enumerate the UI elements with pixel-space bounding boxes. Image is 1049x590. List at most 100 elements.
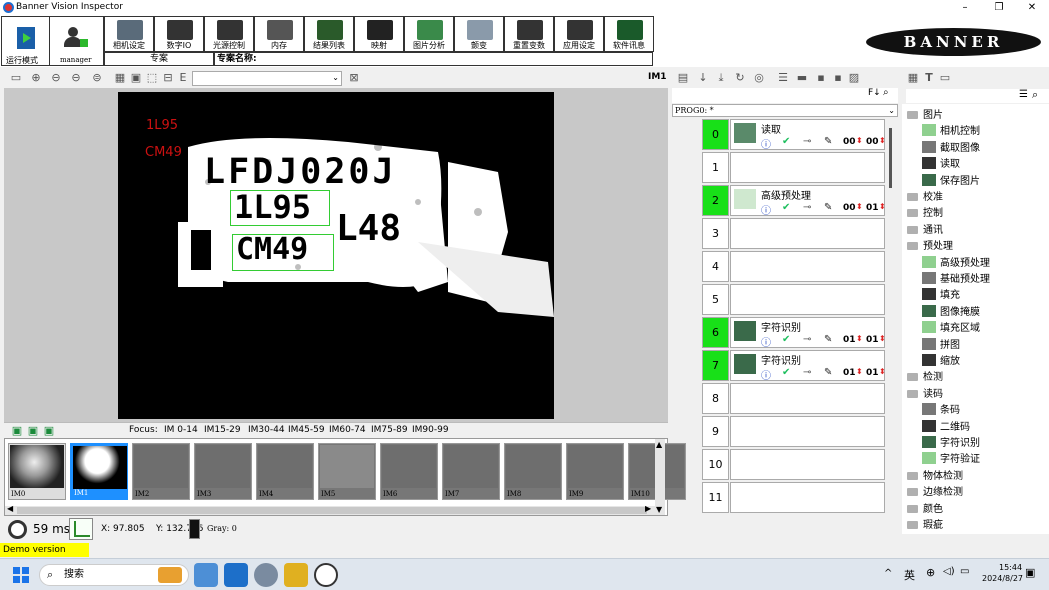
focus-range[interactable]: IM75-89 [371,425,408,435]
tray-chevron-icon[interactable]: ^ [884,568,892,579]
toolbar-button-9[interactable]: 应用设定 [554,16,604,52]
settings-icon[interactable]: ◎ [752,71,766,85]
minimize-button[interactable]: – [948,0,982,16]
thumbnail[interactable]: IM2 [132,443,190,500]
toolbar-button-6[interactable]: 图片分析 [404,16,454,52]
tree-item[interactable]: 填充 [922,286,960,301]
scroll-up-icon[interactable]: ▲ [656,440,662,449]
input-language[interactable]: 英 [904,567,915,583]
program-steps[interactable]: 0 读取 ⓘ ✔ ⊸ ✎ 00 ⬍ 00 ⬍ 1 2 高级预处理 ⓘ ✔ ⊸ ✎ 00 ⬍ 01 ⬍ 3 4 5 6 字符识别 ⓘ ✔… [672,118,892,538]
pass-check-icon[interactable]: ✔ [782,367,790,378]
tree-item[interactable]: 字符识别 [922,434,980,449]
pass-check-icon[interactable]: ✔ [782,334,790,345]
edit-pencil-icon[interactable]: ✎ [824,136,832,147]
thumbnail[interactable]: IM5 [318,443,376,500]
network-icon[interactable]: ⊕ [926,566,935,579]
move-down-icon[interactable]: ↓ [696,71,710,85]
step-number[interactable]: 3 [702,218,729,249]
info-icon[interactable]: ⓘ [761,202,771,217]
taskbar-app-vision[interactable] [314,563,338,587]
step-number[interactable]: 4 [702,251,729,282]
io-icon[interactable]: ▭ [938,71,952,85]
step-number[interactable]: 5 [702,284,729,315]
program-step[interactable]: 字符识别 ⓘ ✔ ⊸ ✎ 01 ⬍ 01 ⬍ [730,350,886,382]
tree-item[interactable]: 颜色 [907,500,943,515]
taskbar-search[interactable]: ⌕ 搜索 [39,564,189,586]
thumb-icon-3[interactable]: ▣ [42,424,56,438]
connect-icon[interactable]: ⊸ [803,136,811,147]
program-select[interactable]: PROG0: * ⌄ [672,104,898,117]
zoom-reset-icon[interactable]: ⊜ [90,71,104,85]
image-icon[interactable]: ▦ [113,71,127,85]
tree-item[interactable]: 保存图片 [922,172,980,187]
toolbar-button-8[interactable]: 重置变数 [504,16,554,52]
tree-item[interactable]: 高级预处理 [922,254,990,269]
toolbar-button-5[interactable]: 映射 [354,16,404,52]
tree-item[interactable]: 拼图 [922,336,960,351]
toolbar-button-1[interactable]: 数字IO [154,16,204,52]
connect-icon[interactable]: ⊸ [803,334,811,345]
program-step[interactable] [730,218,885,249]
thumbnail[interactable]: IM4 [256,443,314,500]
search-icon[interactable]: ⌕ [1032,88,1038,102]
notification-icon[interactable]: ▣ [1025,566,1035,579]
program-step[interactable] [730,383,885,414]
tree-item[interactable]: 填充区域 [922,319,980,334]
scroll-right-icon[interactable]: ▶ [645,504,651,513]
tools-icon[interactable]: ▦ [906,71,920,85]
tool-tree[interactable]: 图片 相机控制 截取图像 读取 保存图片 校准 控制 通讯 预处理 高级预处理 基础预处理 填充 图像掩… [902,104,1049,534]
taskbar-app-photos[interactable] [194,563,218,587]
program-filter[interactable]: F↓ ⌕ [672,87,898,103]
step-number[interactable]: 6 [702,317,729,348]
toolbar-button-10[interactable]: 软件讯息 [604,16,654,52]
focus-range[interactable]: IM60-74 [329,425,366,435]
list-view-icon[interactable]: ☰ [1019,89,1028,100]
thumb-icon-2[interactable]: ▣ [26,424,40,438]
program-step[interactable] [730,482,885,513]
focus-range[interactable]: IM90-99 [412,425,449,435]
save-icon[interactable]: ▪ [814,71,828,85]
tree-item[interactable]: 控制 [907,204,943,219]
thumb-icon-1[interactable]: ▣ [10,424,24,438]
thumbnail[interactable]: IM9 [566,443,624,500]
text-icon[interactable]: E [176,71,190,85]
program-list-icon[interactable]: ▤ [676,71,690,85]
tree-item[interactable]: 缩放 [922,352,960,367]
thumbnail[interactable]: IM6 [380,443,438,500]
step-number[interactable]: 10 [702,449,729,480]
tree-item[interactable]: 预处理 [907,237,953,252]
edit-pencil-icon[interactable]: ✎ [824,367,832,378]
connect-icon[interactable]: ⊸ [803,367,811,378]
thumbnail[interactable]: IM7 [442,443,500,500]
scroll-left-icon[interactable]: ◀ [7,504,13,513]
edit-pencil-icon[interactable]: ✎ [824,334,832,345]
filter-icon[interactable]: F↓ [868,88,881,98]
tree-item[interactable]: 图片 [907,106,943,121]
steps-scrollbar[interactable] [889,128,892,188]
user-button[interactable]: manager [50,16,104,66]
toolbar-button-3[interactable]: 内存 [254,16,304,52]
thumbnail[interactable]: IM3 [194,443,252,500]
clock-time[interactable]: 15:44 [999,563,1022,572]
program-step[interactable] [730,251,885,282]
taskbar-app-outlook[interactable] [224,563,248,587]
program-step[interactable] [730,152,885,183]
tree-item[interactable]: 读码 [907,385,943,400]
program-step[interactable] [730,449,885,480]
zoom-in-icon[interactable]: ⊕ [29,71,43,85]
tree-item[interactable]: 瑕疵 [907,516,943,531]
refresh-icon[interactable]: ↻ [733,71,747,85]
step-number[interactable]: 7 [702,350,729,381]
focus-range[interactable]: IM15-29 [204,425,241,435]
grid-icon[interactable]: ▣ [129,71,143,85]
tree-item[interactable]: 基础预处理 [922,270,990,285]
program-step[interactable]: 读取 ⓘ ✔ ⊸ ✎ 00 ⬍ 00 ⬍ [730,119,886,151]
tree-item[interactable]: 条码 [922,401,960,416]
focus-range[interactable]: IM30-44 [248,425,285,435]
toolbar-button-2[interactable]: 光源控制 [204,16,254,52]
program-step[interactable] [730,416,885,447]
info-icon[interactable]: ⓘ [761,334,771,349]
focus-range[interactable]: IM 0-14 [164,425,198,435]
toolbar-button-0[interactable]: 相机设定 [104,16,154,52]
tree-item[interactable]: 字符验证 [922,450,980,465]
